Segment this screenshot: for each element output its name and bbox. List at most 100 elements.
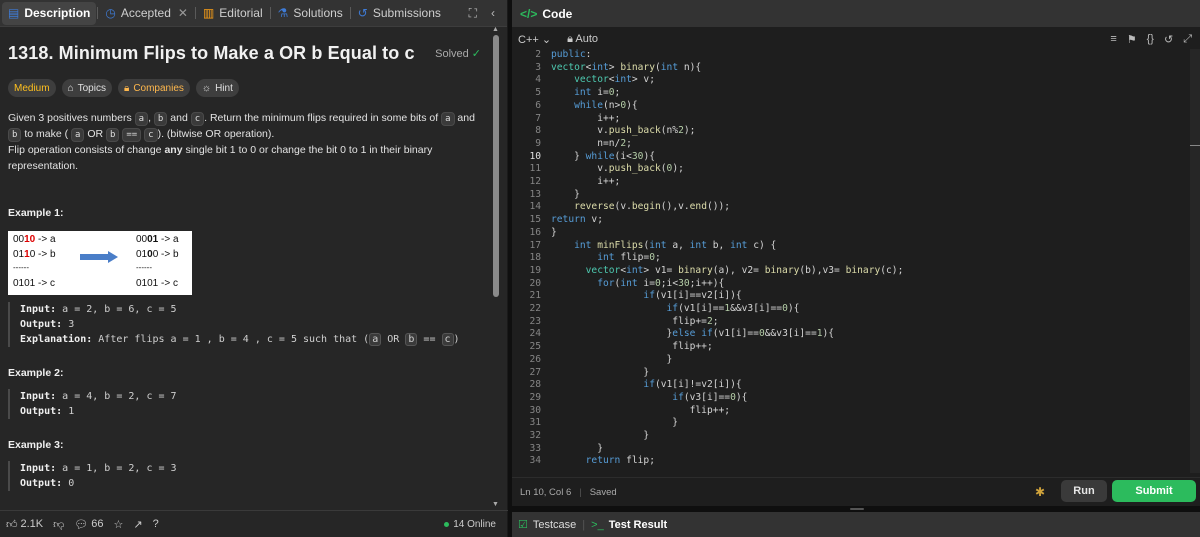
- line-number: 4: [535, 74, 541, 86]
- code-line[interactable]: 31 }: [512, 417, 1192, 430]
- online-dot-icon: [444, 521, 450, 527]
- code-line[interactable]: 23 flip+=2;: [512, 316, 1192, 329]
- tab-description[interactable]: ▤ Description: [2, 1, 97, 25]
- code-text: return v;: [551, 214, 603, 226]
- code-line[interactable]: 4 vector<int> v;: [512, 74, 1192, 87]
- code-line[interactable]: 3 vector<int> binary(int n){: [512, 62, 1192, 75]
- favorite-button[interactable]: ☆: [114, 518, 124, 531]
- code-text: vector<int> v1= binary(a), v2= binary(b)…: [585, 264, 904, 276]
- tab-submissions[interactable]: ↺ Submissions: [352, 2, 447, 25]
- editor-scrollbar[interactable]: [1190, 49, 1200, 473]
- fullscreen-icon[interactable]: ⤢: [1183, 33, 1192, 46]
- language-select[interactable]: C++ ⌄: [518, 33, 551, 46]
- hint-label: Hint: [215, 82, 233, 94]
- code-text: vector<int> v;: [574, 74, 655, 86]
- code-line[interactable]: 18 int flip=0;: [512, 252, 1192, 265]
- line-number: 12: [529, 176, 541, 187]
- close-icon[interactable]: ✕: [178, 6, 188, 20]
- terminal-icon: >_: [591, 518, 604, 531]
- tab-solutions[interactable]: ⚗ Solutions: [272, 2, 349, 25]
- tab-editorial[interactable]: ▥ Editorial: [197, 2, 269, 25]
- format-icon[interactable]: ≡: [1110, 33, 1116, 46]
- img-right-row: 0100 -> b: [136, 249, 179, 260]
- code-editor[interactable]: 2 public: 3 vector<int> binary(int n){4 vec…: [512, 49, 1200, 473]
- editor-toolbar: C++ ⌄ 🔒︎ Auto ≡ ⚑ {} ↺ ⤢: [512, 29, 1200, 49]
- code-line[interactable]: 27 }: [512, 367, 1192, 380]
- code-line[interactable]: 21 if(v1[i]==v2[i]){: [512, 290, 1192, 303]
- check-circle-icon: ✓: [471, 48, 481, 60]
- code-line[interactable]: 20 for(int i=0;i<30;i++){: [512, 278, 1192, 291]
- tab-accepted[interactable]: ◷ Accepted ✕: [99, 2, 194, 25]
- code-line[interactable]: 2 public:: [512, 49, 1192, 62]
- companies-label: Companies: [133, 82, 184, 94]
- code-line[interactable]: 15 return v;: [512, 214, 1192, 227]
- code-line[interactable]: 32 }: [512, 430, 1192, 443]
- auto-mode[interactable]: 🔒︎ Auto: [567, 33, 598, 46]
- dislike-button[interactable]: 👎︎: [53, 518, 64, 531]
- arrow-icon: [80, 251, 118, 263]
- run-button[interactable]: Run: [1061, 480, 1107, 502]
- braces-icon[interactable]: {}: [1147, 33, 1154, 46]
- code-line[interactable]: 13 }: [512, 189, 1192, 202]
- reset-icon[interactable]: ↺: [1164, 33, 1173, 46]
- code-text: if(v1[i]==v2[i]){: [643, 290, 742, 302]
- debug-icon[interactable]: ✱: [1035, 485, 1045, 499]
- code-line[interactable]: 19 vector<int> v1= binary(a), v2= binary…: [512, 265, 1192, 278]
- code-text: }: [551, 353, 673, 365]
- code-line[interactable]: 33 }: [512, 443, 1192, 456]
- console-tabbar: ☑ Testcase | >_ Test Result: [512, 512, 1200, 537]
- tag-icon: ⌂: [67, 82, 74, 94]
- topics-label: Topics: [77, 82, 106, 94]
- scrollbar-thumb[interactable]: [493, 35, 499, 297]
- code-line[interactable]: 34 return flip;: [512, 455, 1192, 468]
- code-line[interactable]: 29 if(v3[i]==0){: [512, 392, 1192, 405]
- code-line[interactable]: 22 if(v1[i]==1&&v3[i]==0){: [512, 303, 1192, 316]
- like-button[interactable]: 👍︎ 2.1K: [6, 518, 43, 531]
- example-1-image: 0010 -> a 0110 -> b ------ 0101 -> c 000…: [8, 231, 192, 295]
- left-scrollbar[interactable]: ▲ ▼: [492, 26, 501, 508]
- example-output: Output: 3: [20, 319, 75, 330]
- code-line[interactable]: 25 flip++;: [512, 341, 1192, 354]
- description-icon: ▤: [8, 6, 20, 20]
- code-line[interactable]: 16}: [512, 227, 1192, 240]
- code-line[interactable]: 6 while(n>0){: [512, 100, 1192, 113]
- bookmark-icon[interactable]: ⚑: [1127, 33, 1137, 46]
- example-3-heading: Example 3:: [8, 439, 64, 451]
- code-line[interactable]: 17 int minFlips(int a, int b, int c) {: [512, 240, 1192, 253]
- code-text: v.push_back(n%2);: [551, 125, 696, 137]
- code-line[interactable]: 24 }else if(v1[i]==0&&v3[i]==1){: [512, 328, 1192, 341]
- code-line[interactable]: 28 if(v1[i]!=v2[i]){: [512, 379, 1192, 392]
- code-line[interactable]: 12 i++;: [512, 176, 1192, 189]
- line-number: 13: [529, 188, 541, 200]
- scroll-up-icon[interactable]: ▲: [492, 26, 499, 33]
- help-button[interactable]: ?: [153, 518, 159, 530]
- companies-tag[interactable]: 🔒︎ Companies: [117, 79, 190, 97]
- comments-button[interactable]: 💬︎ 66: [74, 518, 103, 531]
- lock-icon: 🔒︎: [123, 82, 130, 94]
- example-2-heading: Example 2:: [8, 367, 64, 379]
- code-line[interactable]: 30 flip++;: [512, 405, 1192, 418]
- code-line[interactable]: 8 v.push_back(n%2);: [512, 125, 1192, 138]
- scroll-down-icon[interactable]: ▼: [492, 501, 499, 508]
- tab-divider: |: [582, 518, 586, 531]
- topics-tag[interactable]: ⌂ Topics: [61, 79, 112, 97]
- code-line[interactable]: 14 reverse(v.begin(),v.end());: [512, 201, 1192, 214]
- share-button[interactable]: ↗: [133, 518, 142, 531]
- code-line[interactable]: 10 } while(i<30){: [512, 151, 1192, 164]
- code-text: int minFlips(int a, int b, int c) {: [574, 239, 777, 251]
- tab-test-result[interactable]: >_ Test Result: [591, 519, 667, 531]
- line-number: 32: [529, 430, 541, 441]
- code-line[interactable]: 26 }: [512, 354, 1192, 367]
- tab-testcase[interactable]: ☑ Testcase: [518, 518, 576, 532]
- code-line[interactable]: 7 i++;: [512, 113, 1192, 126]
- problem-content: 1318. Minimum Flips to Make a OR b Equal…: [0, 28, 494, 506]
- code-line[interactable]: 11 v.push_back(0);: [512, 163, 1192, 176]
- hint-tag[interactable]: ☼ Hint: [195, 79, 239, 97]
- maximize-icon[interactable]: ⛶: [469, 6, 477, 21]
- submit-button[interactable]: Submit: [1112, 480, 1196, 502]
- problem-title[interactable]: 1318. Minimum Flips to Make a OR b Equal…: [8, 43, 486, 64]
- collapse-icon[interactable]: ‹: [491, 6, 495, 21]
- problem-tabbar: ▤ Description ◷ Accepted ✕ ▥ Editorial ⚗…: [0, 0, 507, 27]
- code-line[interactable]: 5 int i=0;: [512, 87, 1192, 100]
- code-line[interactable]: 9 n=n/2;: [512, 138, 1192, 151]
